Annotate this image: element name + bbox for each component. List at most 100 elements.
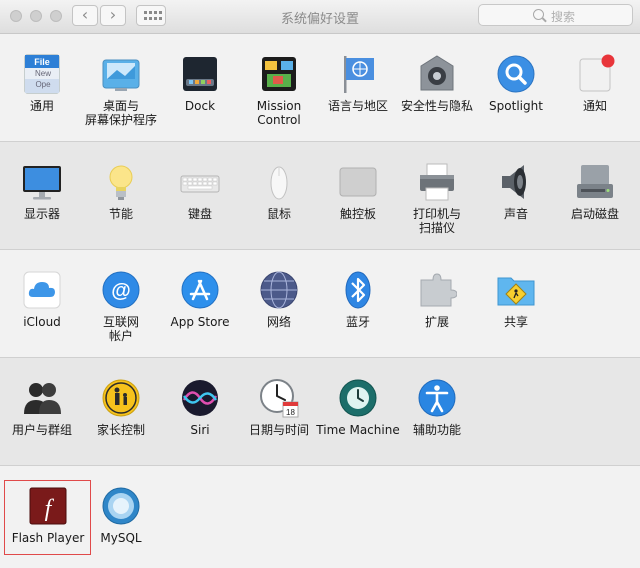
startup-disk-icon: [575, 162, 615, 202]
pref-network[interactable]: 网络: [237, 270, 321, 329]
pref-language-region[interactable]: 语言与地区: [316, 54, 400, 113]
desktop-screensaver-icon: [101, 54, 141, 94]
mysql-icon: [101, 486, 141, 526]
notifications-icon: [575, 54, 615, 94]
pref-notifications[interactable]: 通知: [553, 54, 637, 113]
pref-extensions[interactable]: 扩展: [395, 270, 479, 329]
pref-label: MySQL: [100, 531, 142, 545]
at-sign-text: @: [111, 280, 131, 302]
internet-accounts-icon: @: [101, 270, 141, 310]
pref-label: 启动磁盘: [570, 207, 619, 221]
pref-startup-disk[interactable]: 启动磁盘: [553, 162, 637, 221]
pref-date-time[interactable]: 18 日期与时间: [237, 378, 321, 437]
pref-label: 用户与群组: [11, 423, 72, 437]
sound-icon: [496, 162, 536, 202]
pref-mysql[interactable]: MySQL: [79, 486, 163, 545]
pref-siri[interactable]: Siri: [158, 378, 242, 437]
flash-player-icon: f: [28, 486, 68, 526]
parental-controls-icon: [101, 378, 141, 418]
accessibility-icon: [417, 378, 457, 418]
network-icon: [259, 270, 299, 310]
pref-label: Spotlight: [489, 99, 543, 113]
pref-label: 通知: [582, 99, 607, 113]
security-privacy-icon: [417, 54, 457, 94]
pref-mission-control[interactable]: Mission Control: [237, 54, 321, 127]
bluetooth-icon: [338, 270, 378, 310]
pref-app-store[interactable]: App Store: [158, 270, 242, 329]
pref-label: Mission Control: [256, 99, 302, 127]
general-icon-new-text: New: [35, 69, 51, 78]
general-icon-file-text: File: [34, 57, 50, 67]
keyboard-icon: [180, 162, 220, 202]
pref-label: 家长控制: [96, 423, 145, 437]
spotlight-icon: [496, 54, 536, 94]
general-icon-open-text: Ope: [35, 80, 51, 89]
users-groups-icon: [22, 378, 62, 418]
siri-icon: [180, 378, 220, 418]
language-region-icon: [338, 54, 378, 94]
pref-label: 蓝牙: [345, 315, 370, 329]
energy-saver-icon: [101, 162, 141, 202]
pref-label: 网络: [266, 315, 291, 329]
pref-label: 日期与时间: [248, 423, 309, 437]
pref-general[interactable]: File New Ope 通用: [0, 54, 84, 113]
pref-security-privacy[interactable]: 安全性与隐私: [395, 54, 479, 113]
trackpad-icon: [338, 162, 378, 202]
pref-spotlight[interactable]: Spotlight: [474, 54, 558, 113]
pref-bluetooth[interactable]: 蓝牙: [316, 270, 400, 329]
pref-label: 鼠标: [266, 207, 291, 221]
pref-label: 键盘: [187, 207, 212, 221]
date-time-icon: 18: [259, 378, 299, 418]
app-store-icon: [180, 270, 220, 310]
pref-accessibility[interactable]: 辅助功能: [395, 378, 479, 437]
pref-label: iCloud: [23, 315, 61, 329]
pref-label: 显示器: [23, 207, 60, 221]
icloud-icon: [22, 270, 62, 310]
pref-desktop-screensaver[interactable]: 桌面与 屏幕保护程序: [79, 54, 163, 127]
sharing-icon: [496, 270, 536, 310]
search-field[interactable]: 搜索: [478, 4, 633, 26]
pref-label: 触控板: [339, 207, 376, 221]
pref-energy-saver[interactable]: 节能: [79, 162, 163, 221]
search-icon: [533, 9, 544, 20]
pref-icloud[interactable]: iCloud: [0, 270, 84, 329]
pref-label: 互联网 帐户: [102, 315, 139, 343]
pref-label: 打印机与 扫描仪: [412, 207, 461, 235]
dock-icon: [180, 54, 220, 94]
pref-internet-accounts[interactable]: @ 互联网 帐户: [79, 270, 163, 343]
pref-label: Time Machine: [316, 423, 400, 437]
pref-label: 通用: [29, 99, 54, 113]
pref-dock[interactable]: Dock: [158, 54, 242, 113]
pref-parental-controls[interactable]: 家长控制: [79, 378, 163, 437]
pref-mouse[interactable]: 鼠标: [237, 162, 321, 221]
pref-label: 安全性与隐私: [400, 99, 473, 113]
pref-label: 语言与地区: [327, 99, 388, 113]
pref-label: Siri: [190, 423, 210, 437]
pref-printers-scanners[interactable]: 打印机与 扫描仪: [395, 162, 479, 235]
mouse-icon: [259, 162, 299, 202]
pref-trackpad[interactable]: 触控板: [316, 162, 400, 221]
pref-time-machine[interactable]: Time Machine: [316, 378, 400, 437]
pref-label: Flash Player: [11, 531, 85, 545]
pref-label: 桌面与 屏幕保护程序: [84, 99, 157, 127]
pref-displays[interactable]: 显示器: [0, 162, 84, 221]
pref-label: Dock: [184, 99, 216, 113]
general-icon: File New Ope: [22, 54, 62, 94]
pref-sharing[interactable]: 共享: [474, 270, 558, 329]
printers-scanners-icon: [417, 162, 457, 202]
pref-sound[interactable]: 声音: [474, 162, 558, 221]
pref-label: 共享: [503, 315, 528, 329]
displays-icon: [22, 162, 62, 202]
pref-keyboard[interactable]: 键盘: [158, 162, 242, 221]
mission-control-icon: [259, 54, 299, 94]
title-bar: ‹ › 系统偏好设置 搜索: [0, 0, 640, 34]
pref-label: 声音: [503, 207, 528, 221]
pref-label: 辅助功能: [412, 423, 461, 437]
pref-label: App Store: [170, 315, 230, 329]
pref-users-groups[interactable]: 用户与群组: [0, 378, 84, 437]
pref-label: 扩展: [424, 315, 449, 329]
search-placeholder: 搜索: [551, 10, 576, 24]
pref-flash-player[interactable]: f Flash Player: [6, 486, 90, 545]
extensions-icon: [417, 270, 458, 310]
calendar-date-text: 18: [286, 408, 295, 417]
